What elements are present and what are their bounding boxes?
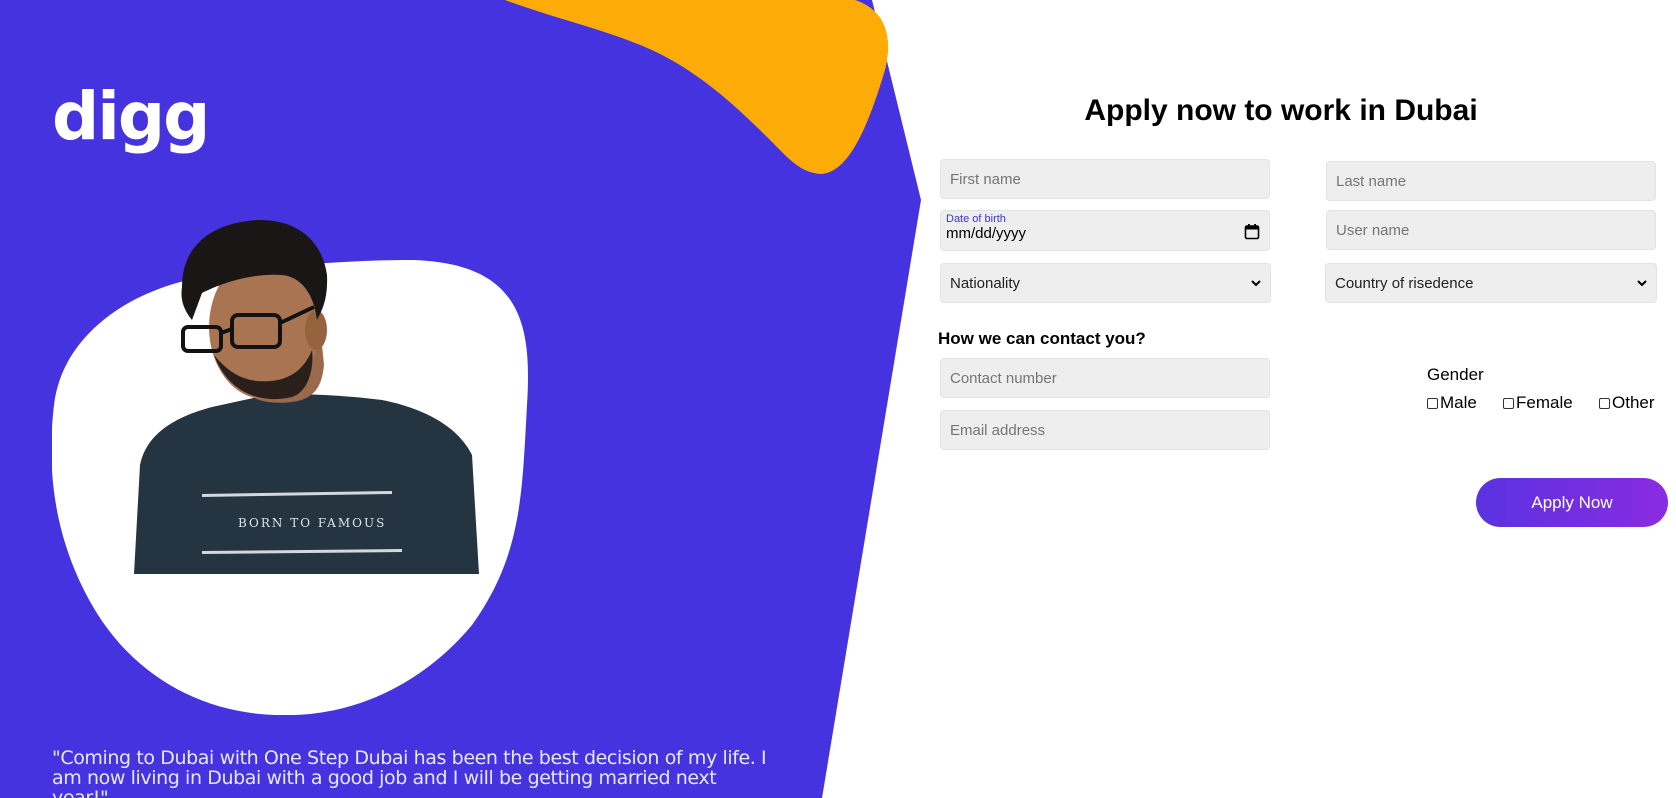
nationality-select-wrapper[interactable]: Nationality (940, 263, 1271, 303)
contact-heading: How we can contact you? (938, 329, 1146, 348)
female-label: Female (1516, 393, 1573, 412)
date-of-birth-value[interactable]: mm/dd/yyyy (946, 225, 1026, 242)
shirt (134, 394, 479, 574)
testimonial-quote: "Coming to Dubai with One Step Dubai has… (52, 747, 767, 798)
gender-option-male[interactable]: Male (1427, 393, 1477, 413)
date-of-birth-label: Date of birth (946, 213, 1006, 225)
brand-logo[interactable]: digg (52, 78, 210, 155)
date-of-birth-field[interactable]: Date of birth mm/dd/yyyy (940, 210, 1270, 251)
nationality-select[interactable]: Nationality (940, 263, 1271, 303)
last-name-input[interactable] (1326, 161, 1656, 201)
other-checkbox[interactable] (1599, 397, 1610, 409)
gender-option-other[interactable]: Other (1599, 393, 1655, 413)
female-checkbox[interactable] (1503, 397, 1514, 409)
contact-number-input[interactable] (940, 358, 1270, 398)
first-name-input[interactable] (940, 159, 1270, 199)
apply-now-button[interactable]: Apply Now (1476, 478, 1668, 527)
email-address-input[interactable] (940, 410, 1270, 450)
user-name-input[interactable] (1326, 210, 1656, 250)
male-label: Male (1440, 393, 1477, 412)
country-of-residence-select[interactable]: Country of risedence (1325, 263, 1657, 303)
gender-label: Gender (1427, 365, 1484, 384)
form-title: Apply now to work in Dubai (1084, 94, 1478, 127)
page: digg BORN TO FAMOUS "Coming to Dubai wit… (0, 0, 1676, 798)
ear (305, 310, 327, 350)
gender-option-female[interactable]: Female (1503, 393, 1573, 413)
testimonial-photo: BORN TO FAMOUS (52, 219, 529, 715)
shirt-print: BORN TO FAMOUS (238, 516, 386, 530)
other-label: Other (1612, 393, 1655, 412)
calendar-icon[interactable] (1244, 223, 1260, 240)
country-select-wrapper[interactable]: Country of risedence (1325, 263, 1657, 303)
male-checkbox[interactable] (1427, 397, 1438, 409)
